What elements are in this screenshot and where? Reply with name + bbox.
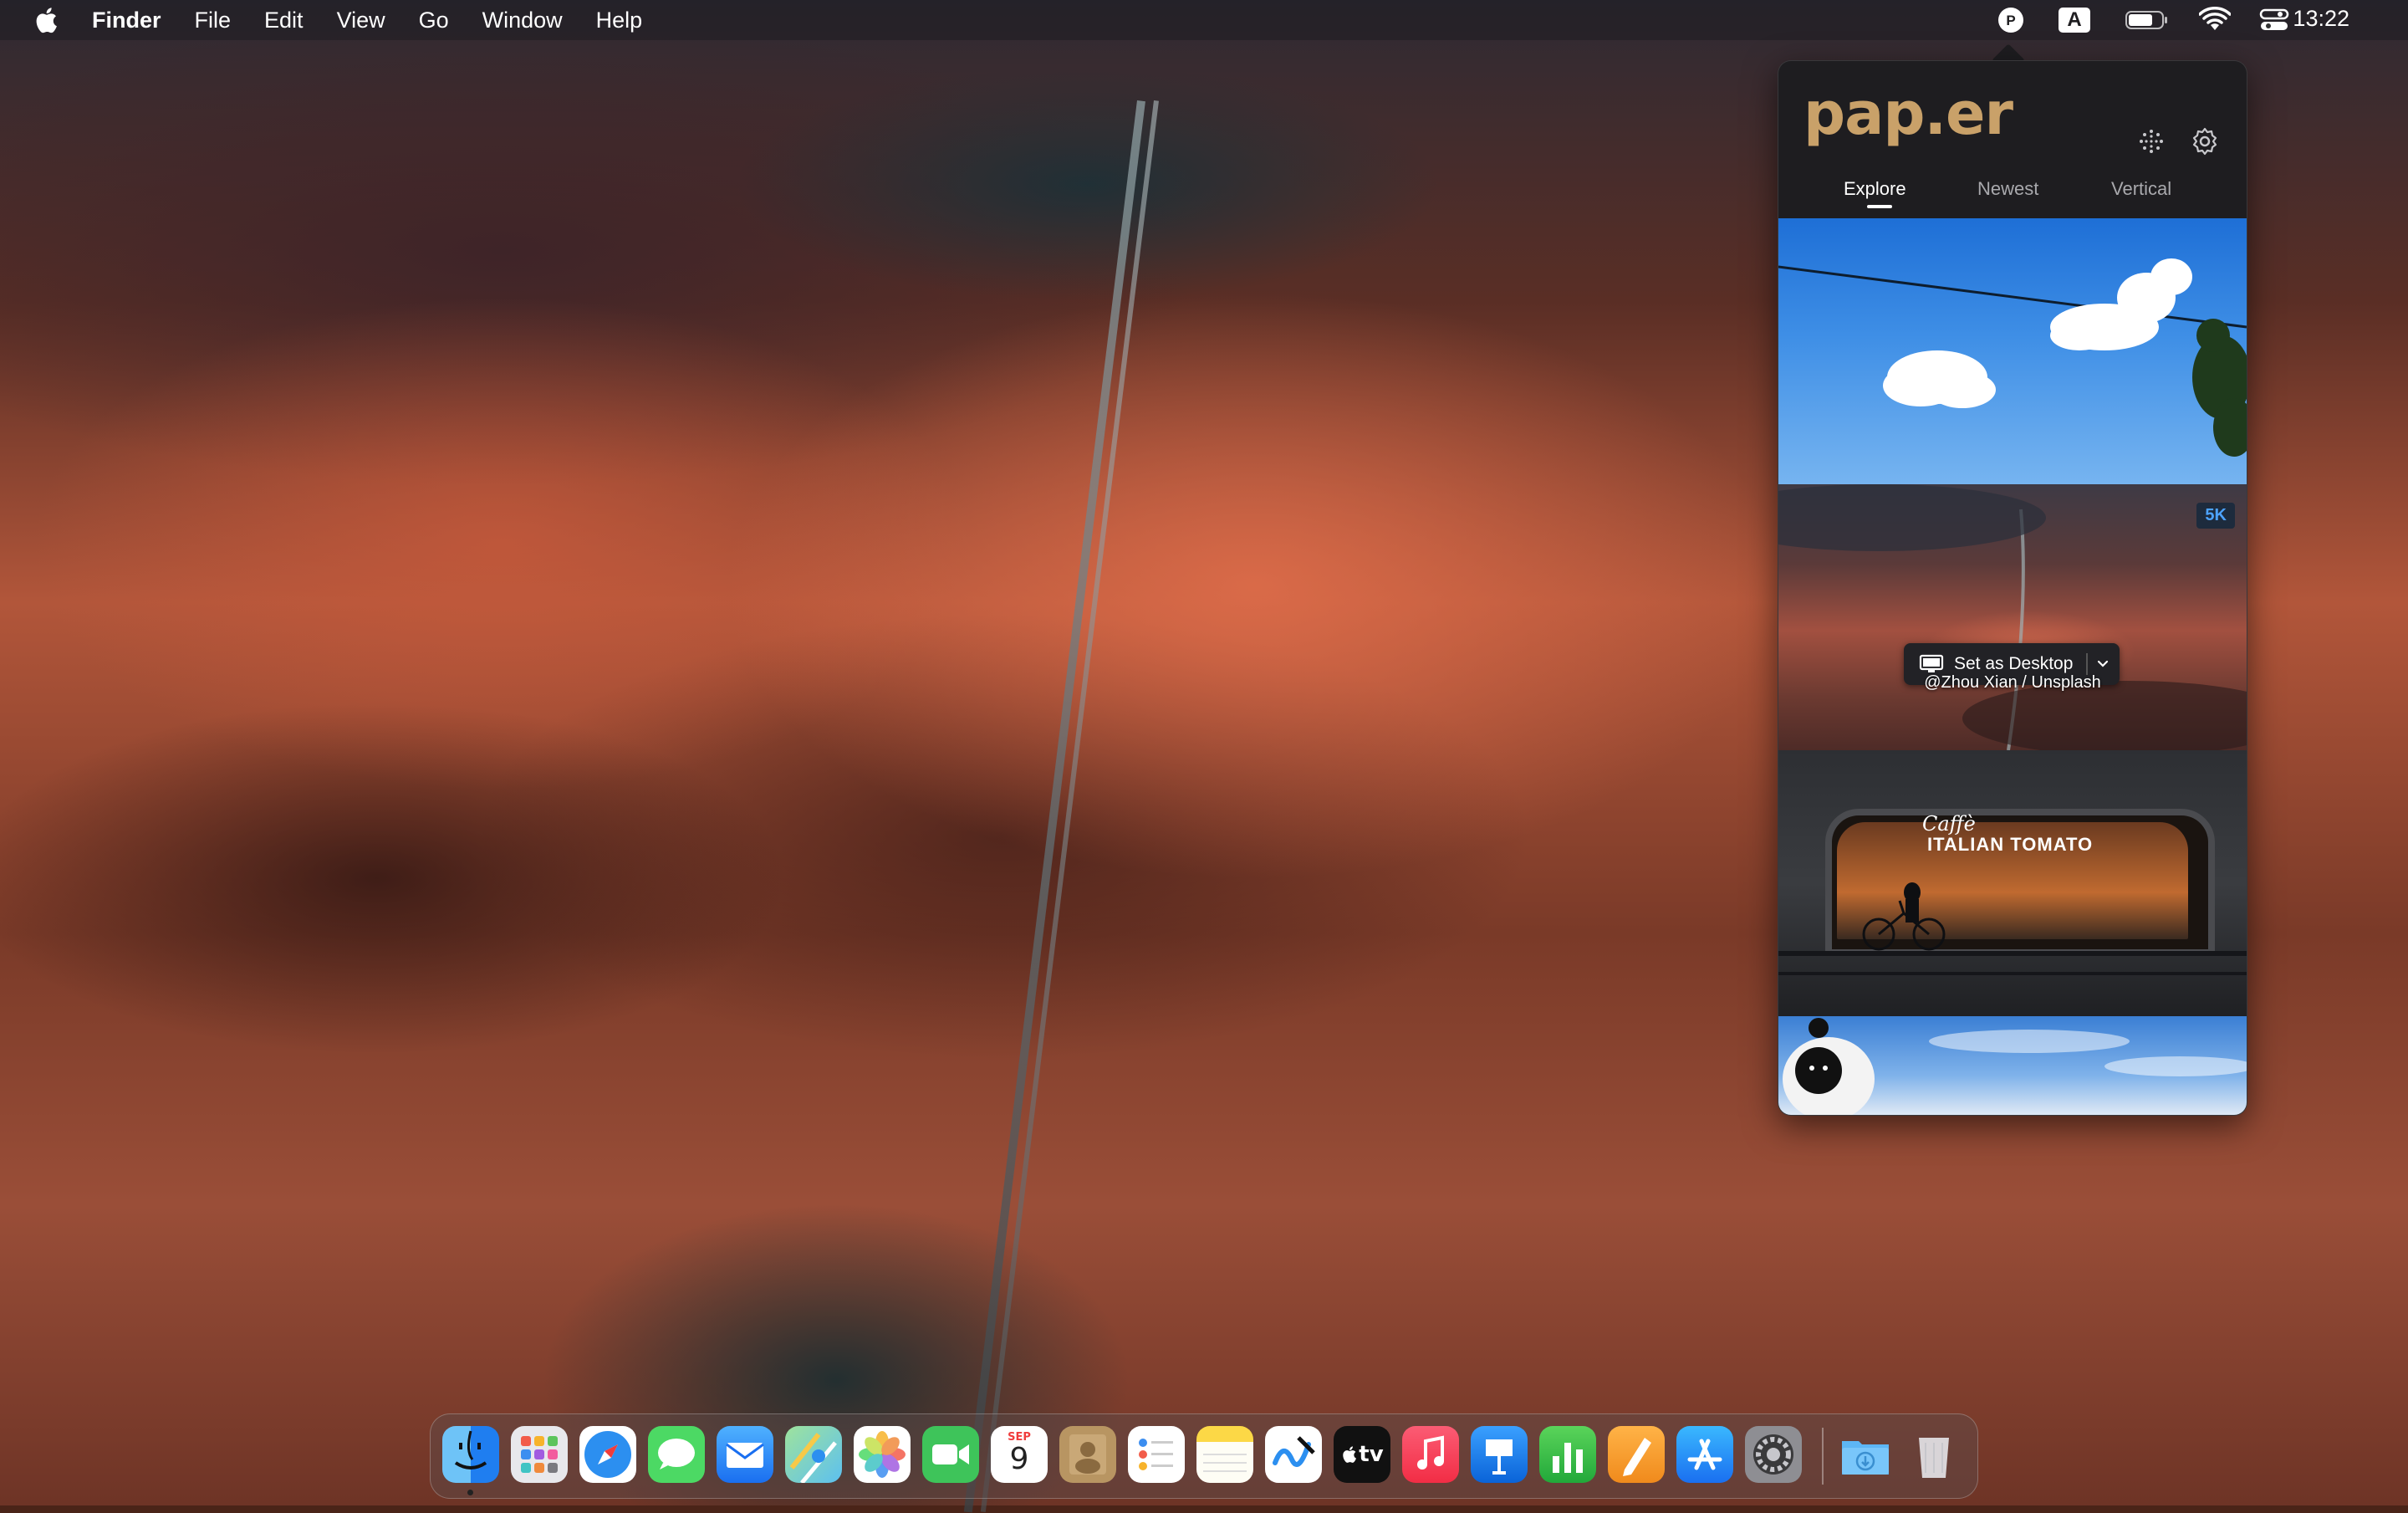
shuffle-dots-icon[interactable] (2138, 128, 2165, 155)
chevron-down-icon[interactable] (2096, 658, 2110, 670)
dock-maps-icon[interactable] (785, 1426, 842, 1483)
dock-facetime-icon[interactable] (922, 1426, 979, 1483)
menu-edit[interactable]: Edit (264, 8, 304, 33)
wallpaper-thumbnail[interactable]: Caffè ITALIAN TOMATO (1778, 750, 2247, 1016)
dock-safari-icon[interactable] (579, 1426, 636, 1483)
sky-toy-scene (1783, 1018, 2247, 1115)
menu-window[interactable]: Window (482, 8, 563, 33)
settings-gear-icon[interactable] (2190, 126, 2220, 156)
photo-credit[interactable]: @Zhou Xian / Unsplash (1778, 673, 2247, 693)
menu-view[interactable]: View (337, 8, 385, 33)
dock-music-icon[interactable] (1402, 1426, 1459, 1483)
resolution-badge: 5K (2196, 503, 2235, 529)
wallpaper-thumbnail-hovered[interactable]: 5K Set as Desktop @Zhou Xian / Unsplash (1778, 484, 2247, 750)
calendar-day: 9 (1009, 1441, 1029, 1476)
dock-notes-icon[interactable] (1196, 1426, 1253, 1483)
dock-calendar-icon[interactable]: SEP 9 (991, 1426, 1048, 1483)
dock-photos-icon[interactable] (854, 1426, 911, 1483)
cafe-street-scene (1778, 882, 2247, 975)
dock-mail-icon[interactable] (717, 1426, 773, 1483)
button-divider (2086, 653, 2088, 675)
dock-separator (1822, 1428, 1824, 1485)
finder-running-indicator (467, 1490, 473, 1495)
dock-keynote-icon[interactable] (1471, 1426, 1528, 1483)
dock-reminders-icon[interactable] (1128, 1426, 1185, 1483)
wallpaper-thumbnail[interactable] (1778, 1016, 2247, 1115)
dock-contacts-icon[interactable] (1059, 1426, 1116, 1483)
apple-menu-icon[interactable] (32, 5, 59, 35)
desert-road-scene (1778, 484, 2247, 750)
monitor-icon (1919, 654, 1944, 672)
dock-numbers-icon[interactable] (1539, 1426, 1596, 1483)
tab-explore[interactable]: Explore (1844, 178, 1906, 200)
dock-launchpad-icon[interactable] (511, 1426, 568, 1483)
wifi-icon[interactable] (2199, 7, 2231, 33)
tv-label: tv (1359, 1442, 1384, 1467)
input-source-icon[interactable]: A (2059, 8, 2090, 33)
menu-bar-clock[interactable]: 13:22 (2293, 6, 2349, 32)
set-as-desktop-label: Set as Desktop (1954, 654, 2074, 673)
dock-finder-icon[interactable] (442, 1426, 499, 1483)
svg-text:P: P (2006, 13, 2015, 28)
dock-pages-icon[interactable] (1608, 1426, 1665, 1483)
dock-downloads-folder-icon[interactable] (1837, 1426, 1894, 1483)
tab-vertical[interactable]: Vertical (2111, 178, 2171, 200)
sky-scene (1778, 258, 2247, 457)
dock-app-store-icon[interactable] (1676, 1426, 1733, 1483)
paper-logo: pap.er (1803, 79, 2013, 148)
popover-tabs: Explore Newest Vertical (1778, 178, 2247, 212)
dock: SEP 9 tv (430, 1413, 1978, 1499)
dock-system-settings-icon[interactable] (1745, 1426, 1802, 1483)
app-menu-finder[interactable]: Finder (92, 8, 161, 33)
paper-popover: pap.er Explore Newest Vertical 5K Set as… (1778, 60, 2247, 1116)
menu-file[interactable]: File (195, 8, 232, 33)
tab-newest[interactable]: Newest (1977, 178, 2038, 200)
battery-icon[interactable] (2125, 10, 2169, 30)
menu-go[interactable]: Go (419, 8, 449, 33)
active-tab-indicator (1867, 205, 1892, 208)
dock-trash-icon[interactable] (1905, 1426, 1962, 1483)
wallpaper-thumbnail[interactable] (1778, 218, 2247, 484)
paper-app-icon[interactable]: P (1997, 6, 2025, 34)
control-center-icon[interactable] (2259, 8, 2289, 33)
dock-messages-icon[interactable] (648, 1426, 705, 1483)
dock-freeform-icon[interactable] (1265, 1426, 1322, 1483)
dock-tv-icon[interactable]: tv (1334, 1426, 1390, 1483)
menu-help[interactable]: Help (596, 8, 643, 33)
menu-bar: Finder File Edit View Go Window Help P A… (0, 0, 2408, 40)
